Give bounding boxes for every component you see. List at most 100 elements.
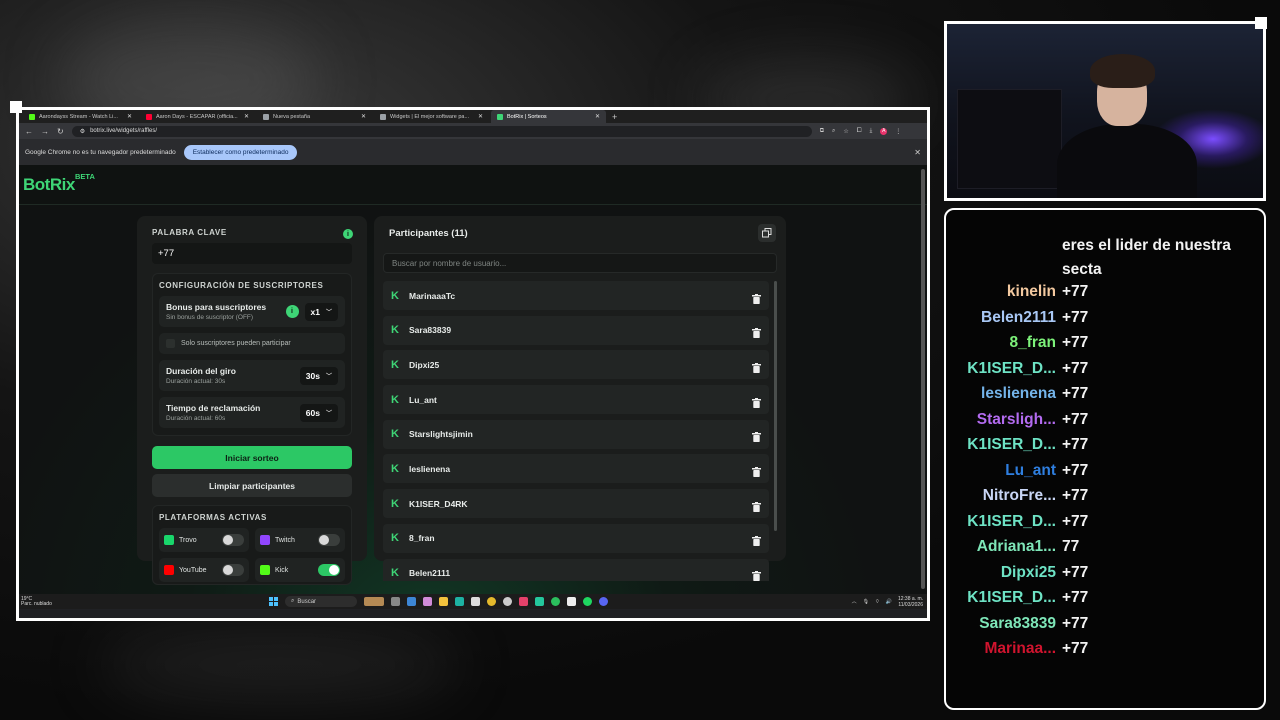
set-default-button[interactable]: Establecer como predeterminado: [183, 144, 298, 160]
kick-icon: K: [391, 393, 399, 406]
trash-icon[interactable]: [752, 395, 761, 408]
clock[interactable]: 12:38 a. m. 11/03/2026: [898, 596, 923, 608]
participant-name: Sara83839: [409, 325, 452, 336]
trash-icon[interactable]: [752, 291, 761, 304]
notepad-app-icon[interactable]: [567, 597, 576, 606]
streamer-body: [1057, 124, 1197, 198]
trash-icon[interactable]: [752, 499, 761, 512]
copy-icon[interactable]: [758, 224, 776, 242]
network-icon[interactable]: ⌔: [875, 599, 880, 605]
spin-duration-select[interactable]: 30s ﹀: [299, 366, 338, 385]
menu-kebab-icon[interactable]: ⋮: [895, 128, 901, 135]
browser-tab[interactable]: Nueva pestaña ✕: [257, 110, 372, 123]
platform-toggle[interactable]: [318, 564, 340, 576]
trash-icon[interactable]: [752, 568, 761, 581]
windows-start-icon[interactable]: [269, 597, 278, 606]
tab-favicon-icon: [263, 113, 269, 120]
start-raffle-button[interactable]: Iniciar sorteo: [152, 446, 352, 469]
chat-message: kinelin +77: [946, 283, 1266, 308]
chat-message: Lu_ant +77: [946, 462, 1266, 487]
trash-icon[interactable]: [752, 360, 761, 373]
trash-icon[interactable]: [752, 464, 761, 477]
clear-participants-button[interactable]: Limpiar participantes: [152, 474, 352, 497]
page-scrollbar[interactable]: [921, 169, 925, 589]
spotify-app-icon[interactable]: [583, 597, 592, 606]
tab-close-icon[interactable]: ✕: [595, 113, 600, 120]
downloads-icon[interactable]: ⤓: [870, 128, 873, 135]
participants-title: Participantes (11): [389, 228, 468, 239]
copilot-app-icon[interactable]: [423, 597, 432, 606]
store-app-icon[interactable]: [407, 597, 416, 606]
platform-toggle[interactable]: [222, 534, 244, 546]
chat-message: Dipxi25 +77: [946, 564, 1266, 589]
trovo-icon: [164, 535, 174, 545]
tab-close-icon[interactable]: ✕: [478, 113, 483, 120]
url-input[interactable]: ⚙ botrix.live/widgets/raffles/: [71, 125, 812, 137]
platform-grid: Trovo Twitch YouTube Kick: [159, 528, 345, 582]
only-subs-checkbox-row[interactable]: Solo suscriptores pueden participar: [159, 333, 345, 354]
platform-toggle[interactable]: [222, 564, 244, 576]
profile-avatar[interactable]: A: [880, 127, 888, 135]
capcut-app-icon[interactable]: [535, 597, 544, 606]
taskbar-search[interactable]: ⌕ Buscar: [285, 596, 357, 607]
clock-time: 12:38 a. m.: [897, 595, 923, 602]
store-bag-icon[interactable]: [471, 597, 480, 606]
participant-search-input[interactable]: Buscar por nombre de usuario...: [383, 253, 777, 273]
volume-icon[interactable]: 🔊: [886, 599, 892, 605]
task-view-icon[interactable]: [391, 597, 400, 606]
back-icon[interactable]: ←: [25, 127, 33, 136]
claim-time-row: Tiempo de reclamación Duración actual: 6…: [159, 397, 345, 428]
kick-icon: K: [391, 289, 399, 302]
forward-icon[interactable]: →: [41, 127, 49, 136]
new-tab-icon[interactable]: +: [608, 112, 621, 122]
edge-app-icon[interactable]: [455, 597, 464, 606]
participant-list-scrollbar[interactable]: [774, 281, 777, 531]
file-explorer-icon[interactable]: [439, 597, 448, 606]
system-tray: ︿ 🎙 ⌔ 🔊 12:38 a. m. 11/03/2026: [852, 596, 923, 608]
tab-close-icon[interactable]: ✕: [361, 113, 366, 120]
platform-item-trovo: Trovo: [159, 528, 249, 552]
whatsapp-app-icon[interactable]: [551, 597, 560, 606]
botrix-logo[interactable]: BotRix: [23, 175, 75, 195]
tab-label: Aaron Days - ESCAPAR (officia...: [156, 113, 238, 120]
trash-icon[interactable]: [752, 325, 761, 339]
tab-close-icon[interactable]: ✕: [127, 113, 132, 120]
obs-app-icon[interactable]: [503, 597, 512, 606]
chat-username: K1ISER_D...: [967, 436, 1056, 453]
microphone-icon[interactable]: 🎙: [863, 599, 869, 605]
tiktok-app-icon[interactable]: [519, 597, 528, 606]
bookmark-star-icon[interactable]: ☆: [843, 128, 848, 135]
tab-close-icon[interactable]: ✕: [244, 113, 249, 120]
chat-text: +77: [1062, 436, 1089, 453]
chrome-app-icon[interactable]: [487, 597, 496, 606]
reload-icon[interactable]: ↻: [57, 127, 64, 136]
discord-app-icon[interactable]: [599, 597, 608, 606]
tray-chevron-icon[interactable]: ︿: [852, 598, 857, 605]
participant-list: K MarinaaaTc K Sara83839 K Dipxi25 K Lu_…: [383, 281, 777, 581]
claim-time-select[interactable]: 60s ﹀: [299, 403, 338, 422]
kick-icon: K: [391, 428, 399, 441]
platform-toggle[interactable]: [318, 534, 340, 546]
weather-widget[interactable]: 19°C Parc. nublado: [19, 596, 79, 607]
windows-taskbar: 19°C Parc. nublado ⌕ Buscar ︿ 🎙 ⌔ 🔊 12:3…: [19, 594, 927, 609]
extensions-icon[interactable]: ⧠: [857, 128, 862, 135]
platform-item-kick: Kick: [255, 558, 345, 582]
site-info-icon[interactable]: ⚙: [80, 128, 85, 135]
botrix-app: BotRix BETA PALABRA CLAVE i +77 CONFIGUR…: [19, 165, 927, 609]
trash-icon[interactable]: [752, 533, 761, 547]
chat-message: K1ISER_D... +77: [946, 589, 1266, 614]
translate-icon[interactable]: ⧉: [820, 128, 824, 135]
browser-tab[interactable]: Aaron Days - ESCAPAR (officia... ✕: [140, 110, 255, 123]
bonus-info-icon[interactable]: i: [285, 305, 299, 318]
browser-tab[interactable]: Widgets | El mejor software pa... ✕: [374, 110, 489, 123]
infobar-close-icon[interactable]: ✕: [914, 148, 921, 157]
only-subs-checkbox[interactable]: [166, 339, 175, 348]
browser-tab[interactable]: Aarondayss Stream - Watch Li... ✕: [23, 110, 138, 123]
zoom-icon[interactable]: ⌕: [832, 128, 835, 135]
bonus-multiplier-select[interactable]: x1 ﹀: [304, 302, 338, 321]
browser-tab[interactable]: BotRix | Sorteos ✕: [491, 110, 606, 123]
trash-icon[interactable]: [752, 429, 761, 443]
info-icon[interactable]: i: [343, 229, 353, 239]
widgets-app-icon[interactable]: [364, 597, 384, 606]
keyword-input[interactable]: +77: [152, 243, 352, 264]
